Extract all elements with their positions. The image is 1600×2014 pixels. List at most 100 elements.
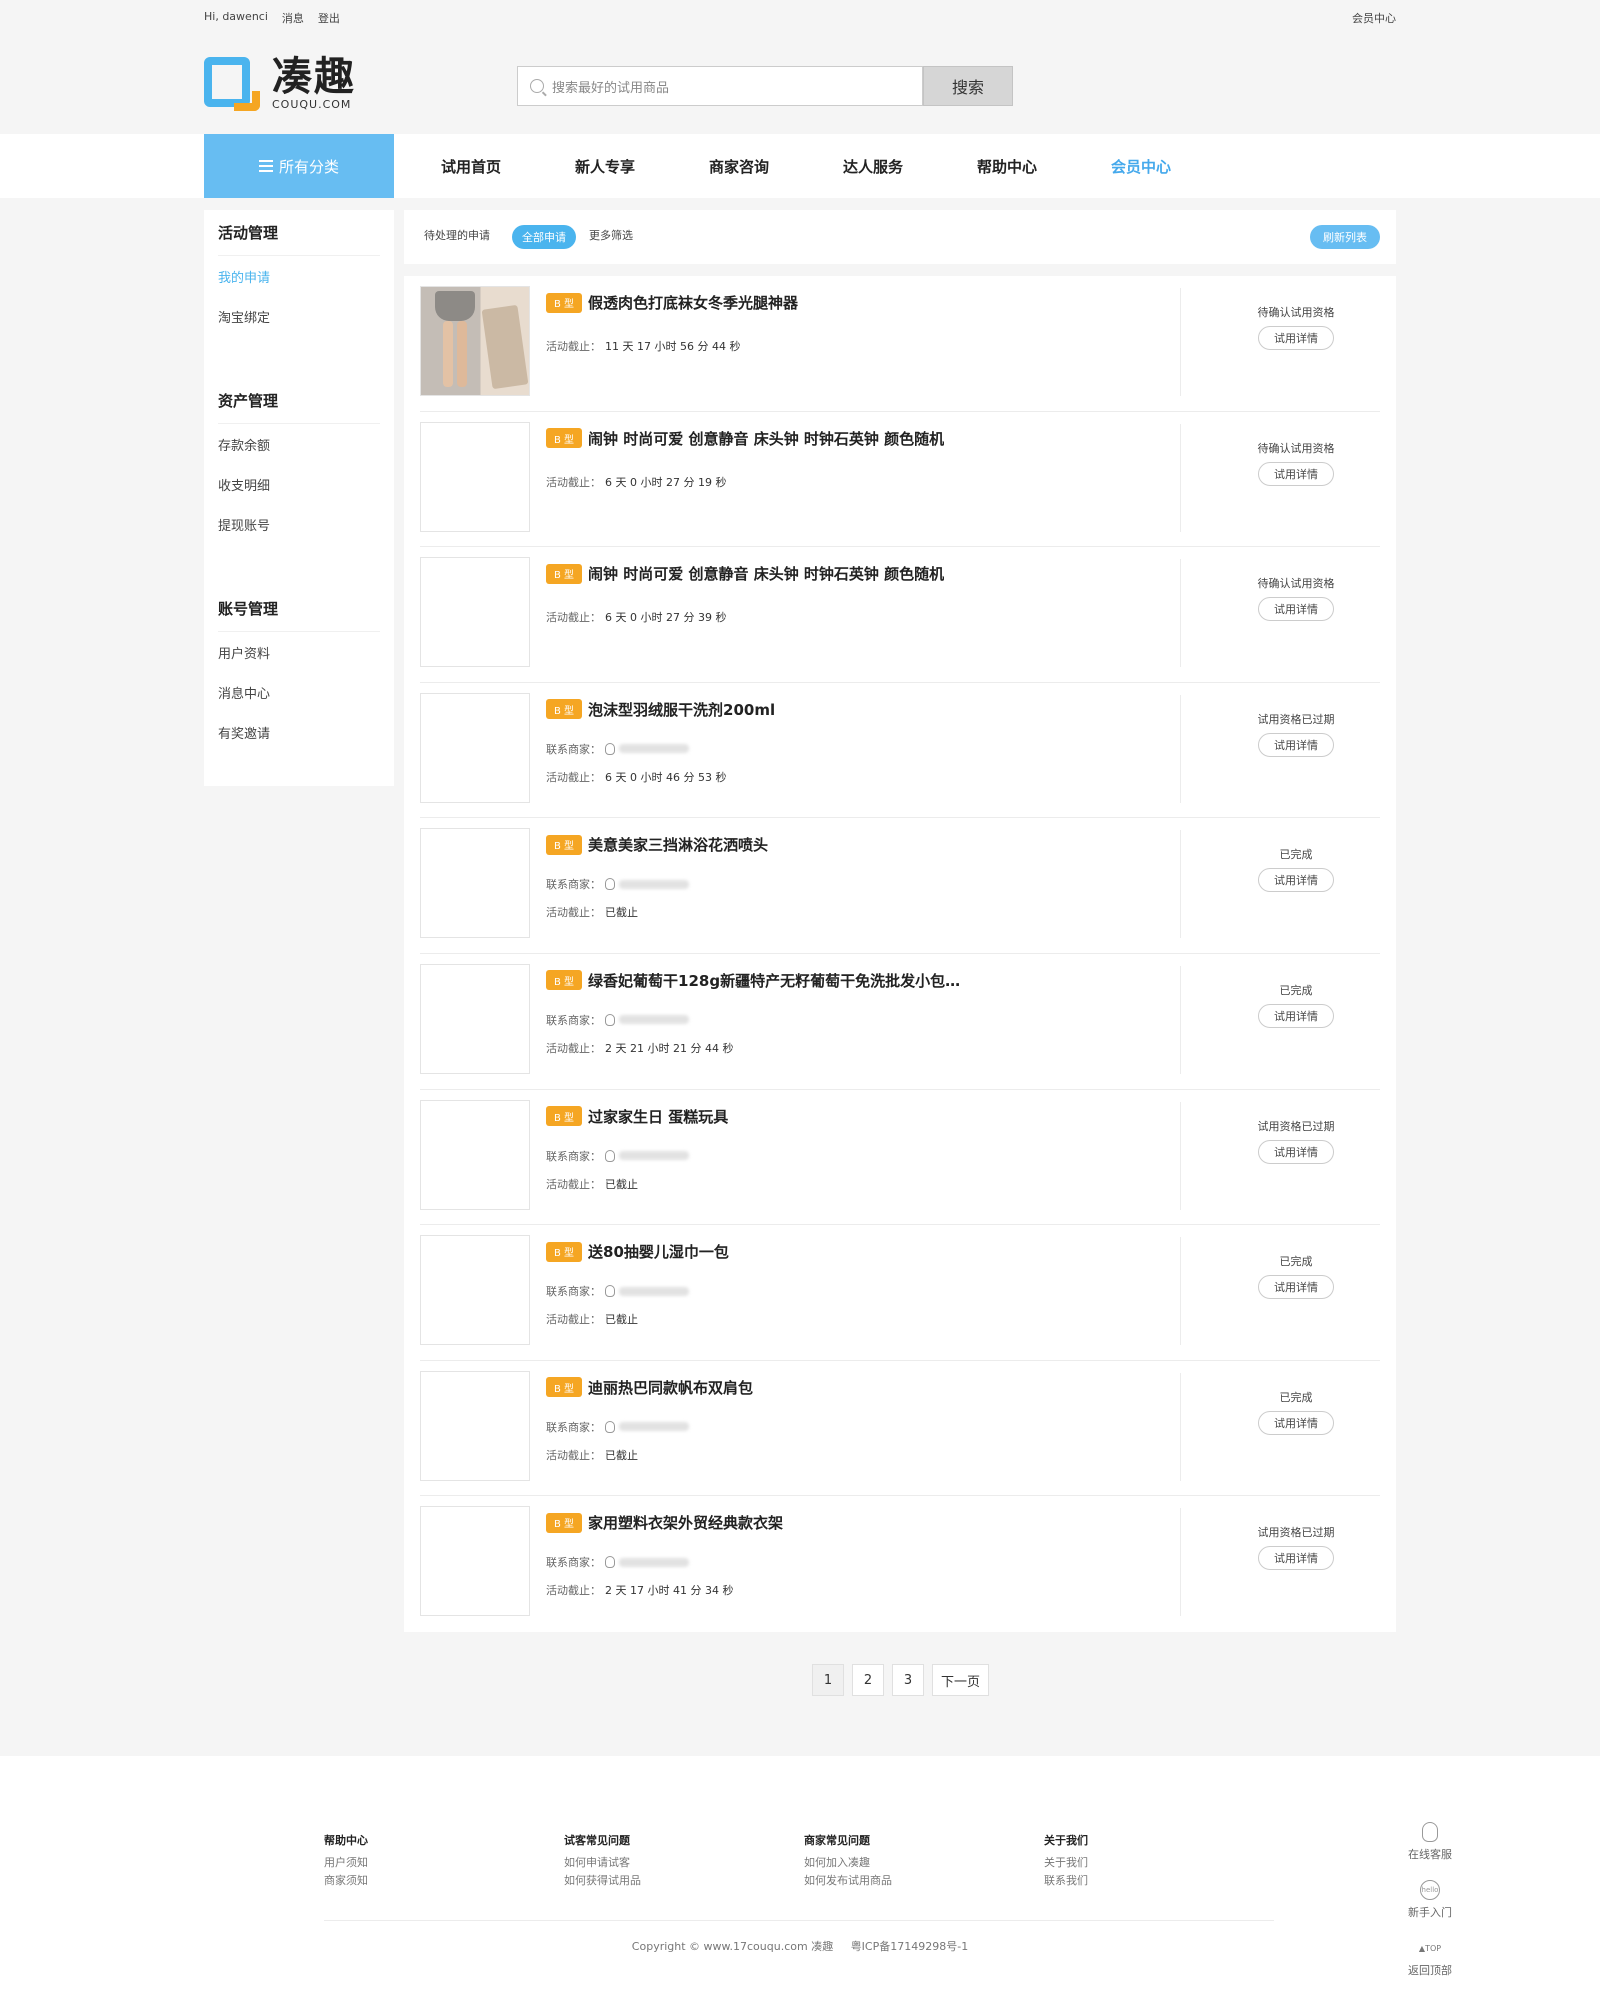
nav-item[interactable]: 商家咨询: [672, 134, 806, 198]
newbie-guide-button[interactable]: hello 新手入门: [1408, 1880, 1452, 1928]
sidebar-item[interactable]: 提现账号: [218, 504, 380, 544]
trial-detail-button[interactable]: 试用详情: [1258, 597, 1334, 622]
qq-icon[interactable]: [605, 1420, 615, 1433]
footer-divider: [324, 1920, 1274, 1921]
filter-more[interactable]: 更多筛选: [589, 227, 633, 243]
application-row: B 型闹钟 时尚可爱 创意静音 床头钟 时钟石英钟 颜色随机 活动截止： 6 天 0…: [420, 412, 1380, 548]
footer-link[interactable]: 如何发布试用商品: [804, 1872, 1044, 1890]
nav-item[interactable]: 新人专享: [538, 134, 672, 198]
product-thumbnail[interactable]: [420, 421, 530, 532]
product-thumbnail[interactable]: [420, 692, 530, 803]
product-title[interactable]: 闹钟 时尚可爱 创意静音 床头钟 时钟石英钟 颜色随机: [588, 428, 944, 449]
online-service-button[interactable]: 在线客服: [1408, 1822, 1452, 1870]
qq-icon[interactable]: [605, 1013, 615, 1026]
sidebar-item[interactable]: 消息中心: [218, 672, 380, 712]
filter-pending[interactable]: 待处理的申请: [424, 227, 490, 243]
type-badge: B 型: [546, 563, 583, 584]
product-thumbnail[interactable]: [420, 286, 530, 396]
refresh-list-button[interactable]: 刷新列表: [1310, 225, 1380, 249]
product-title[interactable]: 迪丽热巴同款帆布双肩包: [588, 1377, 753, 1398]
all-categories-button[interactable]: 所有分类: [204, 134, 394, 198]
footer-copyright: Copyright © www.17couqu.com 凑趣 粤ICP备1714…: [0, 1938, 1600, 1954]
sidebar-item[interactable]: 淘宝绑定: [218, 296, 380, 336]
header: 凑趣 COUQU.COM 搜索最好的试用商品 搜索: [0, 34, 1600, 134]
footer-link[interactable]: 如何加入凑趣: [804, 1854, 1044, 1872]
page-button[interactable]: 2: [852, 1664, 884, 1696]
logout-link[interactable]: 登出: [318, 10, 340, 26]
search-button[interactable]: 搜索: [923, 66, 1013, 106]
row-divider: [1180, 423, 1181, 532]
product-title[interactable]: 绿香妃葡萄干128g新疆特产无籽葡萄干免洗批发小包…: [588, 970, 960, 991]
product-title[interactable]: 送80抽婴儿湿巾一包: [588, 1241, 729, 1262]
footer-link[interactable]: 如何获得试用品: [564, 1872, 804, 1890]
username[interactable]: dawenci: [222, 10, 268, 23]
trial-detail-button[interactable]: 试用详情: [1258, 1003, 1334, 1028]
trial-detail-button[interactable]: 试用详情: [1258, 868, 1334, 893]
qq-icon[interactable]: [605, 878, 615, 891]
contact-merchant: 联系商家：: [546, 1419, 689, 1435]
product-thumbnail[interactable]: [420, 963, 530, 1074]
nav-item[interactable]: 试用首页: [404, 134, 538, 198]
trial-detail-button[interactable]: 试用详情: [1258, 1139, 1334, 1164]
footer-link[interactable]: 商家须知: [324, 1872, 564, 1890]
qq-icon[interactable]: [605, 1556, 615, 1569]
nav-item[interactable]: 帮助中心: [940, 134, 1074, 198]
nav-item[interactable]: 达人服务: [806, 134, 940, 198]
contact-number-blurred: [619, 1557, 689, 1567]
page-button[interactable]: 1: [812, 1664, 844, 1696]
product-thumbnail[interactable]: [420, 1235, 530, 1346]
trial-detail-button[interactable]: 试用详情: [1258, 461, 1334, 486]
search-placeholder: 搜索最好的试用商品: [552, 80, 670, 96]
sidebar-item[interactable]: 有奖邀请: [218, 712, 380, 752]
type-badge: B 型: [546, 970, 583, 991]
next-page-button[interactable]: 下一页: [932, 1664, 990, 1696]
back-to-top-button[interactable]: ▲ TOP 返回顶部: [1408, 1938, 1452, 1986]
footer-link[interactable]: 用户须知: [324, 1854, 564, 1872]
application-title: B 型迪丽热巴同款帆布双肩包: [546, 1377, 1164, 1398]
product-thumbnail[interactable]: [420, 1099, 530, 1210]
qq-icon[interactable]: [605, 1285, 615, 1298]
type-badge: B 型: [546, 1512, 583, 1533]
contact-label: 联系商家：: [546, 742, 601, 756]
nav-items: 试用首页 新人专享 商家咨询 达人服务 帮助中心 会员中心: [404, 134, 1208, 198]
messages-link[interactable]: 消息: [282, 10, 304, 26]
sidebar-item[interactable]: 存款余额: [218, 424, 380, 464]
product-thumbnail[interactable]: [420, 1506, 530, 1617]
qq-icon[interactable]: [605, 1149, 615, 1162]
activity-deadline: 活动截止： 6 天 0 小时 27 分 19 秒: [546, 474, 726, 490]
product-thumbnail[interactable]: [420, 828, 530, 939]
side-tools: 在线客服 hello 新手入门 ▲ TOP 返回顶部: [1400, 1822, 1460, 1986]
footer-link[interactable]: 如何申请试客: [564, 1854, 804, 1872]
sidebar-item[interactable]: 我的申请: [218, 256, 380, 296]
site-logo[interactable]: 凑趣 COUQU.COM: [204, 56, 356, 111]
product-thumbnail[interactable]: [420, 1370, 530, 1481]
application-info: B 型送80抽婴儿湿巾一包 联系商家： 活动截止： 已截止: [546, 1225, 1164, 1360]
page-button[interactable]: 3: [892, 1664, 924, 1696]
product-title[interactable]: 过家家生日 蛋糕玩具: [588, 1106, 728, 1127]
sidebar-item[interactable]: 用户资料: [218, 632, 380, 672]
product-title[interactable]: 假透肉色打底袜女冬季光腿神器: [588, 292, 798, 313]
sidebar-item[interactable]: 收支明细: [218, 464, 380, 504]
trial-detail-button[interactable]: 试用详情: [1258, 326, 1334, 350]
trial-detail-button[interactable]: 试用详情: [1258, 1275, 1334, 1300]
icp-number[interactable]: 粤ICP备17149298号-1: [851, 1940, 969, 1953]
contact-merchant: 联系商家：: [546, 1554, 689, 1570]
nav-item[interactable]: 会员中心: [1074, 134, 1208, 198]
search-input[interactable]: 搜索最好的试用商品: [517, 66, 923, 106]
product-title[interactable]: 家用塑料衣架外贸经典款衣架: [588, 1512, 783, 1533]
product-title[interactable]: 闹钟 时尚可爱 创意静音 床头钟 时钟石英钟 颜色随机: [588, 563, 944, 584]
product-title[interactable]: 美意美家三挡淋浴花洒喷头: [588, 834, 768, 855]
footer-column-title: 商家常见问题: [804, 1834, 870, 1847]
qq-icon[interactable]: [605, 742, 615, 755]
filter-all[interactable]: 全部申请: [512, 225, 576, 249]
footer-link[interactable]: 关于我们: [1044, 1854, 1284, 1872]
application-row: B 型过家家生日 蛋糕玩具 联系商家： 活动截止： 已截止 试用资格已过期 试用详情: [420, 1090, 1380, 1226]
trial-detail-button[interactable]: 试用详情: [1258, 1410, 1334, 1435]
trial-detail-button[interactable]: 试用详情: [1258, 1546, 1334, 1571]
type-badge: B 型: [546, 1106, 583, 1127]
member-center-link[interactable]: 会员中心: [1352, 10, 1396, 26]
product-title[interactable]: 泡沫型羽绒服干洗剂200ml: [588, 699, 775, 720]
product-thumbnail[interactable]: [420, 557, 530, 668]
footer-link[interactable]: 联系我们: [1044, 1872, 1284, 1890]
trial-detail-button[interactable]: 试用详情: [1258, 732, 1334, 757]
